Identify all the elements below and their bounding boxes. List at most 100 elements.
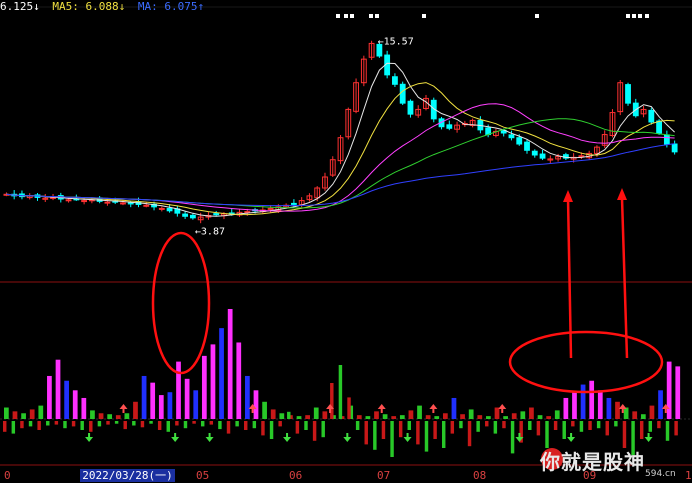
- volume-bar: [529, 407, 534, 419]
- volume-bar: [98, 413, 104, 419]
- oscillator-bar: [252, 421, 257, 429]
- oscillator-bar: [528, 421, 532, 430]
- candle-body: [104, 201, 111, 204]
- volume-bar: [451, 397, 457, 419]
- candle-body: [407, 100, 414, 115]
- oscillator-bar: [140, 421, 145, 428]
- volume-bar: [442, 413, 448, 419]
- candle-body: [508, 134, 515, 139]
- oscillator-bar: [149, 421, 153, 424]
- sell-arrow: [283, 433, 292, 442]
- annotation-arrowhead: [563, 190, 573, 202]
- volume-bar: [356, 415, 362, 419]
- volume-bar: [245, 375, 250, 419]
- sell-arrow: [205, 433, 214, 442]
- candle-body: [648, 109, 655, 123]
- oscillator-bar: [398, 421, 403, 438]
- volume-bar: [47, 375, 52, 419]
- oscillator-bar: [536, 421, 541, 436]
- volume-bar: [176, 361, 181, 419]
- volume-bar: [115, 415, 121, 419]
- volume-bar: [107, 414, 113, 419]
- candle-body: [539, 153, 546, 159]
- volume-bar: [270, 409, 276, 419]
- volume-bar: [201, 355, 207, 419]
- volume-bar: [167, 392, 173, 419]
- buy-arrow: [119, 404, 128, 413]
- volume-bar: [408, 410, 414, 419]
- oscillator-bar: [450, 421, 455, 434]
- oscillator-bar: [381, 421, 386, 439]
- oscillator-bar: [132, 421, 136, 426]
- volume-bar: [649, 405, 655, 419]
- watermark-sub: 594.cn: [645, 469, 676, 479]
- event-marker: [632, 14, 636, 18]
- oscillator-bar: [183, 421, 188, 429]
- month-label: 05: [196, 469, 210, 482]
- oscillator-bar: [476, 421, 480, 432]
- oscillator-bar: [244, 421, 248, 430]
- oscillator-bar: [373, 421, 377, 450]
- candle-body: [65, 199, 72, 202]
- oscillator-bar: [665, 421, 670, 441]
- volume-bar: [81, 397, 87, 419]
- volume-bar: [434, 416, 440, 419]
- oscillator-bar: [639, 421, 644, 439]
- oscillator-bar: [63, 421, 67, 429]
- highlighted-date[interactable]: 2022/03/28(一): [80, 469, 175, 482]
- oscillator-bar: [493, 421, 498, 434]
- volume-bar: [537, 415, 543, 419]
- buy-arrow: [429, 404, 438, 413]
- oscillator-bar: [269, 421, 274, 439]
- oscillator-bar: [166, 421, 170, 432]
- legend-ma5: MA5: 6.088↓: [52, 0, 126, 13]
- oscillator-bar: [218, 421, 222, 430]
- buy-arrow: [377, 404, 386, 413]
- volume-bar: [236, 342, 242, 419]
- candle-body: [158, 207, 165, 210]
- oscillator-bar: [106, 421, 110, 425]
- oscillator-bar: [338, 365, 343, 419]
- volume-bar: [158, 395, 164, 419]
- month-label: 08: [473, 469, 487, 482]
- oscillator-bar: [467, 421, 472, 447]
- oscillator-bar: [235, 421, 239, 427]
- volume-bar: [29, 409, 35, 419]
- volume-bar: [296, 416, 302, 419]
- event-marker: [645, 14, 649, 18]
- event-marker: [626, 14, 630, 18]
- oscillator-bar: [588, 421, 592, 430]
- volume-bar: [12, 411, 18, 419]
- volume-bar: [90, 410, 95, 419]
- oscillator-bar: [579, 421, 584, 432]
- oscillator-bar: [114, 421, 119, 424]
- volume-bar: [391, 416, 397, 419]
- volume-bar: [511, 413, 517, 419]
- volume-bar: [21, 413, 26, 419]
- volume-bar: [313, 407, 319, 419]
- volume-bar: [572, 392, 577, 419]
- stock-chart-window: ←15.57 ←3.87 6.125↓ MA5: 6.088↓ MA: 6.075…: [0, 0, 692, 483]
- month-label: 06: [289, 469, 303, 482]
- legend-ma-b: MA: 6.075↑: [137, 0, 205, 13]
- volume-bar: [38, 405, 44, 419]
- oscillator-bar: [321, 421, 325, 438]
- volume-bar: [399, 415, 405, 419]
- oscillator-bar: [192, 421, 196, 424]
- oscillator-bar: [502, 421, 506, 429]
- oscillator-bar: [209, 421, 214, 425]
- low-price-label: ←3.87: [195, 226, 225, 237]
- volume-bar: [615, 401, 620, 419]
- volume-bar: [520, 411, 526, 419]
- oscillator-bar: [46, 421, 50, 426]
- event-marker: [350, 14, 354, 18]
- candle-body: [189, 214, 196, 219]
- candlestick-chart[interactable]: ←15.57 ←3.87: [0, 0, 692, 483]
- annotation-arrow: [566, 197, 573, 359]
- volume-bar: [417, 405, 422, 419]
- candle-body: [267, 207, 274, 210]
- volume-bar: [606, 397, 612, 419]
- volume-bar: [193, 390, 199, 419]
- volume-bar: [632, 411, 638, 419]
- sell-arrow: [171, 433, 180, 442]
